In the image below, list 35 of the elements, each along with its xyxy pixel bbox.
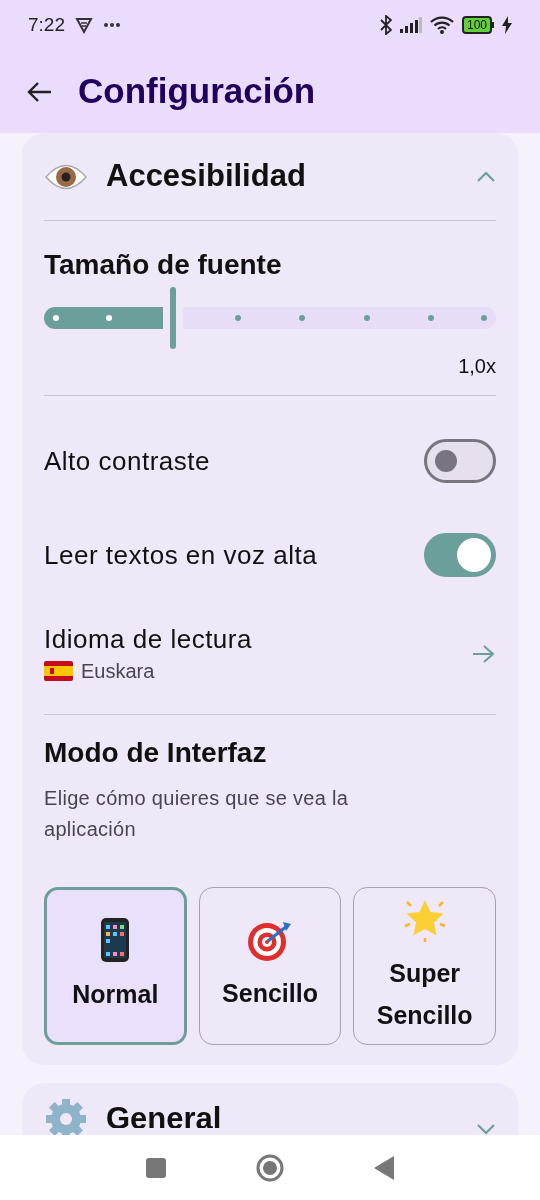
home-icon[interactable] <box>256 1153 284 1182</box>
phone-icon <box>100 917 131 963</box>
toggle-switch[interactable] <box>424 439 496 483</box>
font-size-slider[interactable] <box>44 287 496 349</box>
battery-level: 100 <box>461 16 492 34</box>
flag-icon <box>44 661 73 681</box>
language-row[interactable]: Idioma de lectura Euskara <box>44 602 496 702</box>
slider-thumb[interactable] <box>170 287 177 349</box>
language-value: Euskara <box>81 659 155 684</box>
back-icon[interactable] <box>26 80 52 103</box>
setting-heading: Modo de Interfaz <box>44 736 268 770</box>
bluetooth-icon <box>379 15 392 35</box>
wifi-icon <box>429 16 454 34</box>
back-nav-icon[interactable] <box>374 1155 394 1180</box>
mode-option[interactable]: Normal <box>44 887 187 1045</box>
setting-heading: Tamaño de fuente <box>44 248 283 282</box>
signal-icon <box>399 17 422 33</box>
status-time: 7:22 <box>28 12 65 37</box>
setting-description: Elige cómo quieres que se vea la aplicación <box>44 786 350 842</box>
mode-option[interactable]: Sencillo <box>198 887 342 1045</box>
slider-value: 1,0x <box>458 354 496 379</box>
setting-label: Idioma de lectura <box>44 623 252 656</box>
chevron-up-icon[interactable] <box>476 170 496 183</box>
charging-icon <box>502 16 512 34</box>
setting-label: Leer textos en voz alta <box>44 538 318 572</box>
section-title[interactable]: Accesibilidad <box>106 153 306 200</box>
arrow-right-icon[interactable] <box>472 644 496 664</box>
recents-icon[interactable] <box>146 1157 166 1178</box>
mode-option[interactable]: Super Sencillo <box>353 887 496 1045</box>
setting-label: Alto contraste <box>44 444 210 478</box>
shield-icon <box>75 16 93 34</box>
chevron-down-icon[interactable] <box>476 1123 496 1135</box>
toggle-switch[interactable] <box>424 533 496 577</box>
more-icon <box>103 22 121 28</box>
page-title: Configuración <box>78 70 316 113</box>
